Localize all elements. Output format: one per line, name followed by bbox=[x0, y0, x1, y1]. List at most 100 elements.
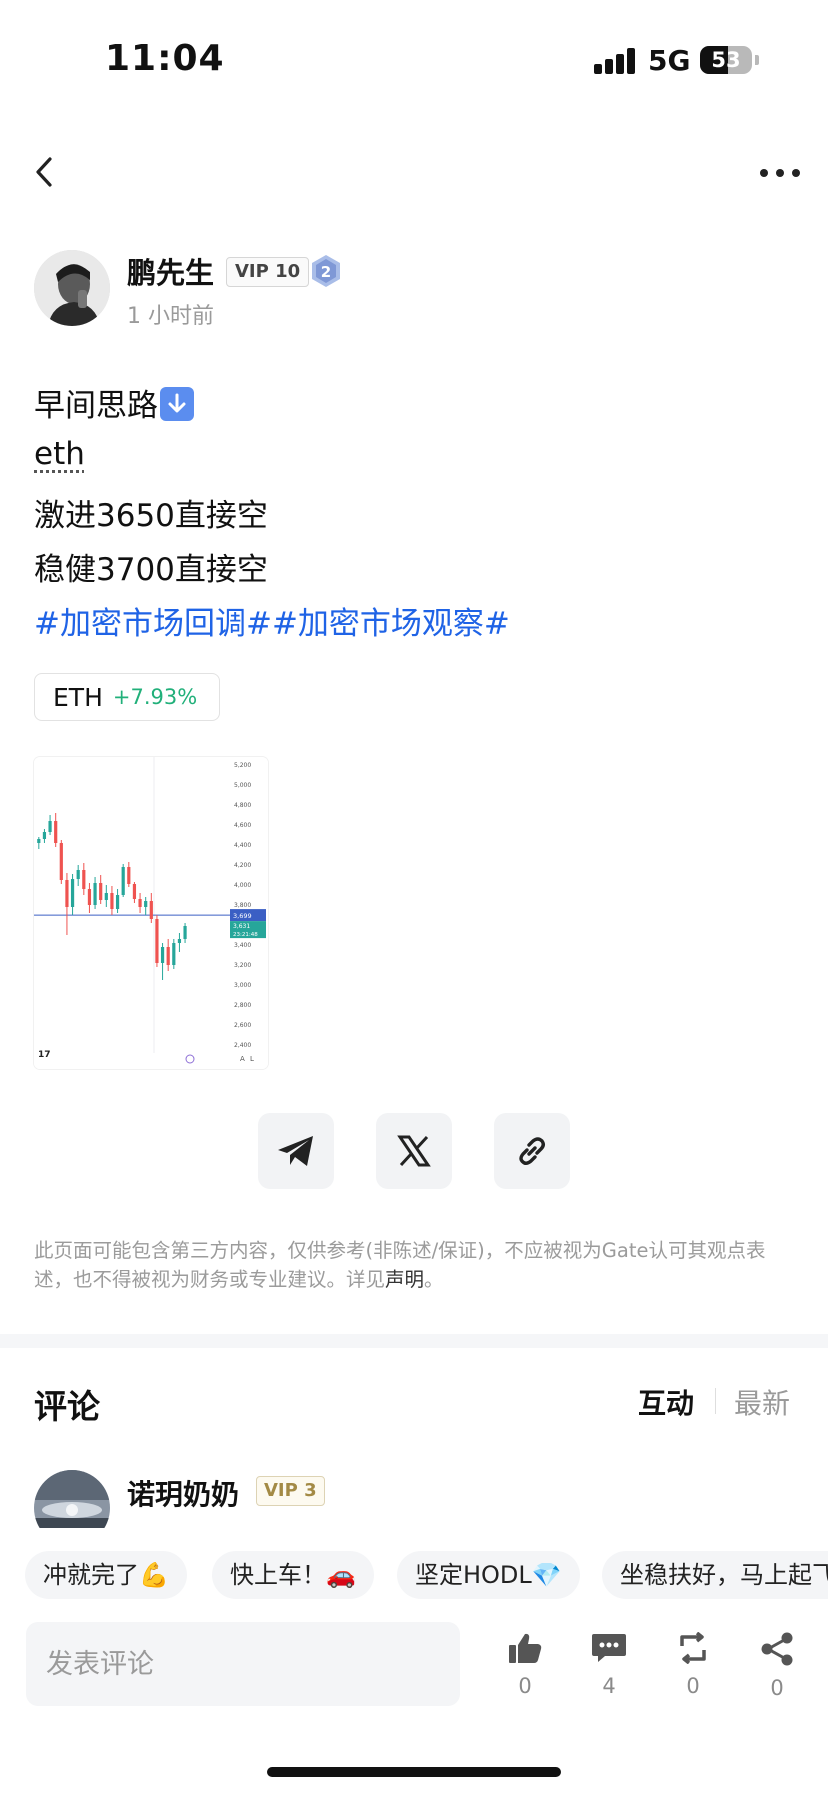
post-time: 1 小时前 bbox=[127, 304, 214, 329]
chart-candle-body bbox=[160, 947, 165, 963]
chart-candle-body bbox=[172, 943, 176, 965]
chart-candle-body bbox=[183, 926, 187, 939]
battery-cap bbox=[755, 55, 759, 65]
chart-price-tag-label: 3,699 bbox=[233, 912, 252, 920]
chart-ytick-label: 4,800 bbox=[234, 802, 251, 809]
eth-mention[interactable]: eth bbox=[34, 436, 85, 472]
chart-svg: 5,200 5,000 4,800 4,600 4,400 4,200 4,000 3,800… bbox=[34, 757, 268, 1069]
chart-candle-body bbox=[82, 870, 86, 889]
share-button[interactable]: 0 bbox=[747, 1632, 807, 1700]
post-line-4: 稳健3700直接空 bbox=[34, 552, 268, 588]
chart-candle-body bbox=[121, 867, 125, 895]
chart-image[interactable]: 5,200 5,000 4,800 4,600 4,400 4,200 4,000 3,800… bbox=[34, 757, 268, 1069]
post-line-2: eth bbox=[34, 436, 85, 472]
author-avatar[interactable] bbox=[34, 250, 110, 326]
chart-candle-body bbox=[138, 899, 142, 907]
more-button[interactable] bbox=[760, 166, 800, 180]
coin-change: +7.93% bbox=[112, 685, 198, 709]
chart-ytick-label: 4,200 bbox=[234, 862, 251, 869]
chart-ytick-label: 2,400 bbox=[234, 1042, 251, 1049]
disclaimer: 此页面可能包含第三方内容，仅供参考(非陈述/保证)，不应被视为Gate认可其观点… bbox=[34, 1236, 804, 1294]
chart-bottom-label: A bbox=[240, 1055, 245, 1063]
network-type: 5G bbox=[648, 44, 691, 77]
signal-icon bbox=[594, 48, 636, 74]
post-text: 早间思路 bbox=[34, 388, 158, 424]
copy-link-button[interactable] bbox=[494, 1113, 570, 1189]
comment-icon bbox=[592, 1634, 626, 1662]
chart-ytick-label: 4,600 bbox=[234, 822, 251, 829]
tradingview-logo-icon: 17 bbox=[38, 1050, 51, 1060]
status-time: 11:04 bbox=[105, 38, 225, 79]
post-line-3: 激进3650直接空 bbox=[34, 498, 268, 534]
chart-candle-body bbox=[144, 901, 148, 907]
like-button[interactable]: 0 bbox=[495, 1632, 555, 1698]
comments-title: 评论 bbox=[34, 1387, 100, 1426]
repost-button[interactable]: 0 bbox=[663, 1631, 723, 1698]
author-name[interactable]: 鹏先生 bbox=[127, 250, 214, 292]
chart-ytick-label: 5,200 bbox=[234, 762, 251, 769]
chart-ytick-label: 2,800 bbox=[234, 1002, 251, 1009]
vip-badge: VIP 10 bbox=[226, 257, 310, 287]
tab-divider bbox=[715, 1388, 716, 1414]
chart-ytick-label: 3,000 bbox=[234, 982, 251, 989]
battery-level: 53 bbox=[711, 48, 741, 72]
chart-candle-body bbox=[132, 884, 137, 899]
thumbs-up-icon bbox=[509, 1633, 542, 1663]
repost-count: 0 bbox=[686, 1674, 700, 1698]
disclaimer-link[interactable]: 声明 bbox=[385, 1268, 424, 1291]
telegram-icon bbox=[278, 1136, 313, 1166]
chart-countdown-label: 23:21:48 bbox=[233, 932, 258, 938]
share-x-button[interactable] bbox=[376, 1113, 452, 1189]
coin-chip[interactable]: ETH +7.93% bbox=[34, 673, 220, 721]
level-badge-icon: 2 bbox=[310, 254, 342, 288]
chart-price-tag-2: 3,631 bbox=[233, 923, 250, 930]
chart-candle-body bbox=[93, 883, 97, 905]
repost-icon bbox=[680, 1631, 706, 1665]
chart-candle-body bbox=[48, 821, 52, 832]
section-divider bbox=[0, 1334, 828, 1348]
chart-candle-body bbox=[54, 821, 58, 843]
quick-reply-chip[interactable]: 快上车！🚗 bbox=[212, 1551, 374, 1599]
tab-latest[interactable]: 最新 bbox=[734, 1382, 790, 1422]
more-dot bbox=[760, 169, 768, 177]
x-icon bbox=[397, 1135, 431, 1167]
comment-author-name[interactable]: 诺玥奶奶 bbox=[127, 1473, 239, 1513]
chart-candle-body bbox=[37, 839, 41, 843]
chart-candle-body bbox=[104, 893, 108, 900]
chart-ytick-label: 3,800 bbox=[234, 902, 251, 909]
chart-ytick-label: 5,000 bbox=[234, 782, 251, 789]
quick-reply-chip[interactable]: 坐稳扶好，马上起飞 bbox=[602, 1551, 828, 1599]
quick-reply-chip[interactable]: 坚定HODL💎 bbox=[397, 1551, 580, 1599]
tab-interaction[interactable]: 互动 bbox=[638, 1382, 694, 1422]
comment-input[interactable] bbox=[26, 1622, 460, 1706]
chart-candle-body bbox=[115, 895, 120, 909]
comment-input-field[interactable] bbox=[26, 1622, 460, 1706]
comment-vip-badge: VIP 3 bbox=[256, 1476, 325, 1506]
more-dot bbox=[776, 169, 784, 177]
battery-icon: 53 bbox=[700, 46, 752, 74]
coin-symbol: ETH bbox=[53, 682, 103, 712]
comment-avatar[interactable] bbox=[34, 1470, 110, 1528]
chart-ytick-label: 4,400 bbox=[234, 842, 251, 849]
chart-candle-body bbox=[65, 880, 69, 907]
chart-bottom-label: L bbox=[250, 1055, 254, 1063]
hashtags-link[interactable]: #加密市场回调##加密市场观察# bbox=[34, 598, 510, 643]
chevron-left-icon bbox=[36, 157, 52, 187]
share-icon bbox=[761, 1632, 793, 1666]
chart-candle-body bbox=[127, 867, 131, 884]
quick-reply-chip[interactable]: 冲就完了💪 bbox=[25, 1551, 187, 1599]
chart-ytick-label: 3,400 bbox=[234, 942, 251, 949]
share-count: 0 bbox=[770, 1676, 784, 1700]
back-button[interactable] bbox=[34, 150, 68, 194]
comment-count: 4 bbox=[602, 1674, 616, 1698]
link-icon bbox=[519, 1137, 545, 1165]
chart-candle-body bbox=[110, 893, 114, 909]
chart-ytick-label: 3,200 bbox=[234, 962, 251, 969]
share-telegram-button[interactable] bbox=[258, 1113, 334, 1189]
chart-candle-body bbox=[87, 889, 92, 905]
chart-candle-body bbox=[149, 901, 153, 919]
chart-candle-body bbox=[99, 883, 103, 900]
chart-ytick-label: 4,000 bbox=[234, 882, 251, 889]
chart-candle-body bbox=[70, 879, 75, 907]
comment-button[interactable]: 4 bbox=[579, 1632, 639, 1698]
